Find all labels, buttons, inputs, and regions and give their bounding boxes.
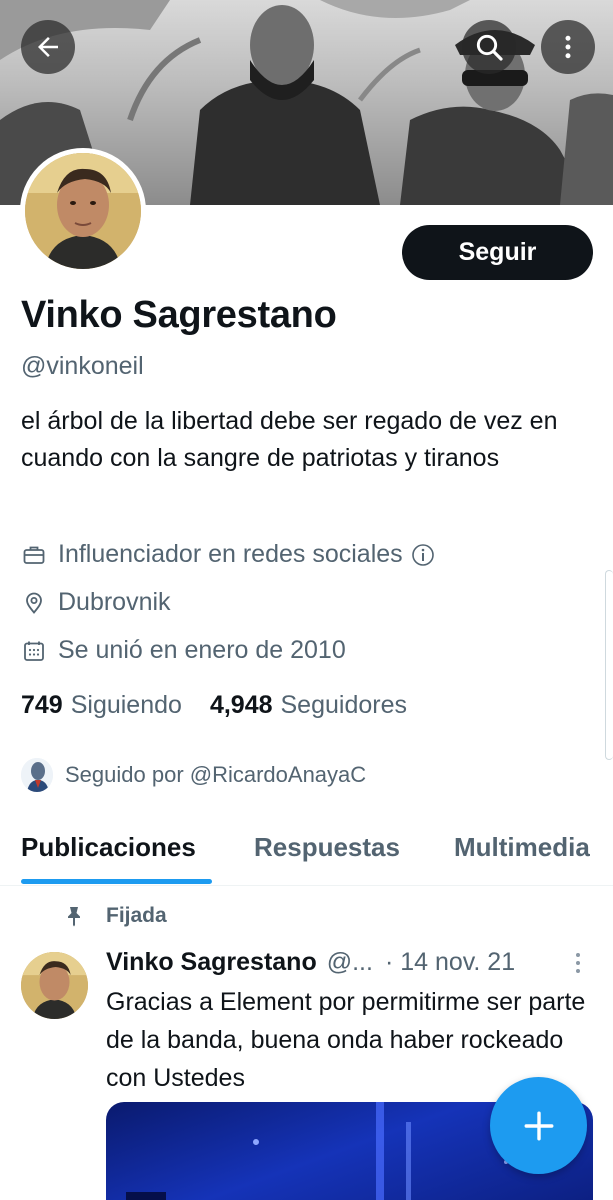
active-tab-indicator	[21, 879, 212, 884]
profile-avatar[interactable]	[20, 148, 146, 274]
more-options-button[interactable]	[541, 20, 595, 74]
post-date[interactable]: · 14 nov. 21	[385, 948, 515, 977]
following-label: Siguiendo	[70, 691, 182, 719]
following-link[interactable]: 749 Siguiendo	[21, 691, 182, 720]
profile-job: Influenciador en redes sociales	[21, 540, 435, 569]
compose-button[interactable]	[490, 1077, 587, 1174]
post-more-button[interactable]	[570, 950, 586, 976]
post-author-handle: @...	[326, 948, 373, 976]
pinned-indicator: Fijada	[62, 904, 167, 928]
followers-count: 4,948	[209, 691, 273, 719]
followed-by-text: Seguido por @RicardoAnayaC	[65, 762, 367, 787]
more-vertical-icon	[565, 35, 571, 59]
profile-location: Dubrovnik	[21, 588, 171, 617]
map-pin-icon	[21, 590, 47, 616]
followers-label: Seguidores	[280, 691, 407, 719]
pin-icon	[62, 904, 86, 928]
calendar-icon	[21, 638, 47, 664]
profile-bio: el árbol de la libertad debe ser regado …	[21, 407, 558, 472]
post-author-avatar[interactable]	[21, 952, 88, 1019]
profile-location-text: Dubrovnik	[58, 588, 171, 616]
post-avatar-photo	[21, 952, 88, 1019]
follower-avatar	[21, 758, 53, 792]
followed-by[interactable]: Seguido por @RicardoAnayaC	[21, 758, 366, 792]
more-vertical-icon	[576, 953, 580, 973]
profile-joined: Se unió en enero de 2010	[21, 636, 346, 665]
profile-display-name: Vinko Sagrestano	[21, 294, 337, 336]
tab-publicaciones[interactable]: Publicaciones	[21, 832, 196, 863]
profile-handle: @vinkoneil	[21, 352, 144, 380]
scrollbar-thumb[interactable]	[605, 570, 613, 760]
followers-link[interactable]: 4,948 Seguidores	[210, 691, 407, 720]
profile-tabs: Publicaciones Respuestas Multimedia	[0, 812, 613, 886]
search-button[interactable]	[462, 20, 516, 74]
profile-joined-text: Se unió en enero de 2010	[58, 636, 346, 664]
tab-multimedia[interactable]: Multimedia	[454, 832, 590, 863]
post-header: Vinko Sagrestano @... · 14 nov. 21	[106, 948, 515, 977]
plus-icon	[524, 1111, 553, 1140]
info-icon[interactable]	[411, 543, 435, 567]
post-author-name[interactable]: Vinko Sagrestano	[106, 948, 317, 977]
avatar-photo	[25, 153, 141, 269]
profile-stats: 749 Siguiendo 4,948 Seguidores	[21, 691, 407, 720]
briefcase-icon	[21, 542, 47, 568]
follow-button[interactable]: Seguir	[402, 225, 593, 280]
following-count: 749	[21, 691, 63, 719]
search-icon	[476, 34, 503, 61]
profile-job-text: Influenciador en redes sociales	[58, 540, 403, 568]
tab-respuestas[interactable]: Respuestas	[254, 832, 400, 863]
pinned-label: Fijada	[106, 904, 167, 927]
back-button[interactable]	[21, 20, 75, 74]
arrow-left-icon	[38, 37, 58, 57]
